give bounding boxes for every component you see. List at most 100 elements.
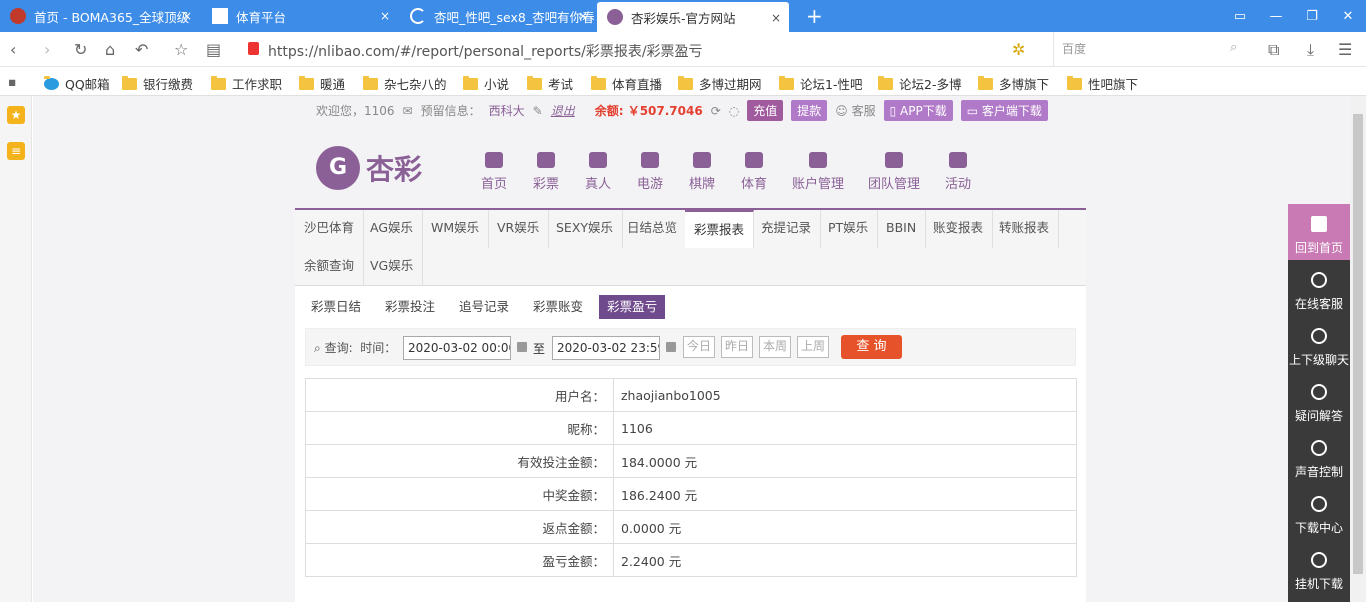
nav-live[interactable]: 真人 xyxy=(572,152,624,192)
bookmark-item[interactable]: 工作求职 xyxy=(211,74,282,93)
page-scrollbar[interactable] xyxy=(1350,96,1366,602)
nav-chess[interactable]: 棋牌 xyxy=(676,152,728,192)
tab-lottery-report[interactable]: 彩票报表 xyxy=(685,210,755,248)
restore-icon[interactable]: ❐ xyxy=(1294,9,1330,24)
screenshot-icon[interactable]: ⧉ xyxy=(1268,40,1279,60)
tab-boma365[interactable]: 首页 - BOMA365_全球顶级 × xyxy=(0,0,200,32)
nav-egames[interactable]: 电游 xyxy=(624,152,676,192)
bookmark-item[interactable]: 论坛1-性吧 xyxy=(779,74,862,93)
tab-wm[interactable]: WM娱乐 xyxy=(422,210,490,248)
calendar-icon[interactable] xyxy=(666,342,676,352)
client-download-button[interactable]: ▭ 客户端下载 xyxy=(960,100,1048,121)
download-center-button[interactable]: 下载中心 xyxy=(1288,484,1350,540)
undo-icon[interactable]: ↶ xyxy=(135,40,148,59)
notes-icon[interactable]: ≡ xyxy=(7,142,25,160)
site-logo[interactable]: G 杏彩 xyxy=(316,146,422,190)
edit-icon[interactable]: ✎ xyxy=(533,104,543,118)
tab-shaba-sports[interactable]: 沙巴体育 xyxy=(295,210,365,248)
tab-deposit-records[interactable]: 充提记录 xyxy=(752,210,822,248)
reader-icon[interactable]: ▤ xyxy=(206,40,221,59)
download-icon[interactable]: ⤓ xyxy=(1307,40,1314,60)
bookmark-item[interactable]: 论坛2-多博 xyxy=(878,74,961,93)
online-service-button[interactable]: 在线客服 xyxy=(1288,260,1350,316)
service-link[interactable]: ☺ 客服 xyxy=(835,102,875,119)
app-download-button[interactable]: ▯ APP下载 xyxy=(883,100,953,121)
tab-xingba[interactable]: 杏吧_性吧_sex8_杏吧有你春 × xyxy=(400,0,596,32)
tab-daily-overview[interactable]: 日结总览 xyxy=(618,210,688,248)
subtab-profit-loss[interactable]: 彩票盈亏 xyxy=(599,295,666,319)
tab-vg[interactable]: VG娱乐 xyxy=(361,248,424,286)
end-date-input[interactable]: 2020-03-02 23:59 xyxy=(552,336,660,360)
menu-icon[interactable]: ☰ xyxy=(1338,40,1352,59)
sidebar-toggle-icon[interactable]: ▭ xyxy=(1222,9,1258,24)
today-button[interactable]: 今日 xyxy=(683,336,715,358)
hide-eye-icon[interactable]: ◌ xyxy=(729,104,739,118)
subtab-account-change[interactable]: 彩票账变 xyxy=(525,295,591,319)
bookmark-item[interactable]: 小说 xyxy=(463,74,509,93)
close-icon[interactable]: × xyxy=(578,9,588,23)
yesterday-button[interactable]: 昨日 xyxy=(721,336,753,358)
last-week-button[interactable]: 上周 xyxy=(797,336,829,358)
calendar-icon[interactable] xyxy=(517,342,527,352)
message-icon[interactable]: ✉ xyxy=(403,104,413,118)
close-window-icon[interactable]: ✕ xyxy=(1330,9,1366,24)
bookmark-item[interactable]: 多博旗下 xyxy=(978,74,1049,93)
nav-activity[interactable]: 活动 xyxy=(932,152,984,192)
bookmark-item[interactable]: 考试 xyxy=(527,74,573,93)
close-icon[interactable]: × xyxy=(380,9,390,23)
bookmark-item[interactable]: 性吧旗下 xyxy=(1067,74,1138,93)
back-icon[interactable]: ‹ xyxy=(10,40,16,59)
subtab-daily[interactable]: 彩票日结 xyxy=(303,295,369,319)
subtab-chase[interactable]: 追号记录 xyxy=(451,295,517,319)
tab-ag[interactable]: AG娱乐 xyxy=(361,210,424,248)
bookmark-item[interactable]: 体育直播 xyxy=(591,74,662,93)
home-icon[interactable]: ⌂ xyxy=(105,40,115,59)
nav-sports[interactable]: 体育 xyxy=(728,152,780,192)
tab-pt[interactable]: PT娱乐 xyxy=(819,210,879,248)
refresh-icon[interactable]: ⟳ xyxy=(711,104,721,118)
bookmark-item[interactable]: 银行缴费 xyxy=(122,74,193,93)
reload-icon[interactable]: ↻ xyxy=(74,40,87,59)
sound-control-button[interactable]: 声音控制 xyxy=(1288,428,1350,484)
hangup-download-button[interactable]: 挂机下载 xyxy=(1288,540,1350,596)
nav-lottery[interactable]: 彩票 xyxy=(520,152,572,192)
tab-bbin[interactable]: BBIN xyxy=(877,210,927,248)
bookmark-item[interactable]: 杂七杂八的 xyxy=(363,74,447,93)
faq-button[interactable]: 疑问解答 xyxy=(1288,372,1350,428)
tab-vr[interactable]: VR娱乐 xyxy=(488,210,550,248)
close-icon[interactable]: × xyxy=(182,9,192,23)
chat-button[interactable]: 上下级聊天 xyxy=(1288,316,1350,372)
tab-sports-platform[interactable]: 体育平台 × xyxy=(202,0,398,32)
bookmark-item[interactable]: QQ邮箱 xyxy=(44,74,110,93)
tab-balance-query[interactable]: 余额查询 xyxy=(295,248,365,286)
bookmark-item[interactable]: 多博过期网 xyxy=(678,74,762,93)
bookmark-toggle-icon[interactable]: ▪ xyxy=(8,74,16,89)
nav-home[interactable]: 首页 xyxy=(468,152,520,192)
url-field[interactable]: https://nlibao.com/#/report/personal_rep… xyxy=(268,41,703,61)
close-icon[interactable]: × xyxy=(771,11,781,25)
query-button[interactable]: 查 询 xyxy=(841,335,902,359)
search-icon[interactable]: ⌕ xyxy=(1230,40,1237,55)
bee-icon[interactable]: ✲ xyxy=(1012,40,1025,59)
tab-xingcai-active[interactable]: 杏彩娱乐-官方网站 × xyxy=(597,2,789,32)
logout-link[interactable]: 退出 xyxy=(551,102,575,119)
search-input[interactable]: 百度 xyxy=(1053,32,1253,67)
minimize-icon[interactable]: — xyxy=(1258,9,1294,24)
tab-transfer-report[interactable]: 转账报表 xyxy=(990,210,1060,248)
tab-sexy[interactable]: SEXY娱乐 xyxy=(547,210,624,248)
subtab-bets[interactable]: 彩票投注 xyxy=(377,295,443,319)
star-icon[interactable]: ☆ xyxy=(174,40,188,59)
recharge-button[interactable]: 充值 xyxy=(747,100,784,121)
tab-account-change[interactable]: 账变报表 xyxy=(924,210,994,248)
forward-icon[interactable]: › xyxy=(44,40,50,59)
favorites-star-icon[interactable]: ★ xyxy=(7,106,25,124)
scrollbar-thumb[interactable] xyxy=(1353,114,1363,574)
bookmark-item[interactable]: 暖通 xyxy=(299,74,345,93)
new-tab-button[interactable]: + xyxy=(796,0,824,32)
back-home-button[interactable]: 回到首页 xyxy=(1288,204,1350,260)
nav-team[interactable]: 团队管理 xyxy=(856,152,932,192)
withdraw-button[interactable]: 提款 xyxy=(791,100,828,121)
this-week-button[interactable]: 本周 xyxy=(759,336,791,358)
nav-account[interactable]: 账户管理 xyxy=(780,152,856,192)
start-date-input[interactable]: 2020-03-02 00:00 xyxy=(403,336,511,360)
